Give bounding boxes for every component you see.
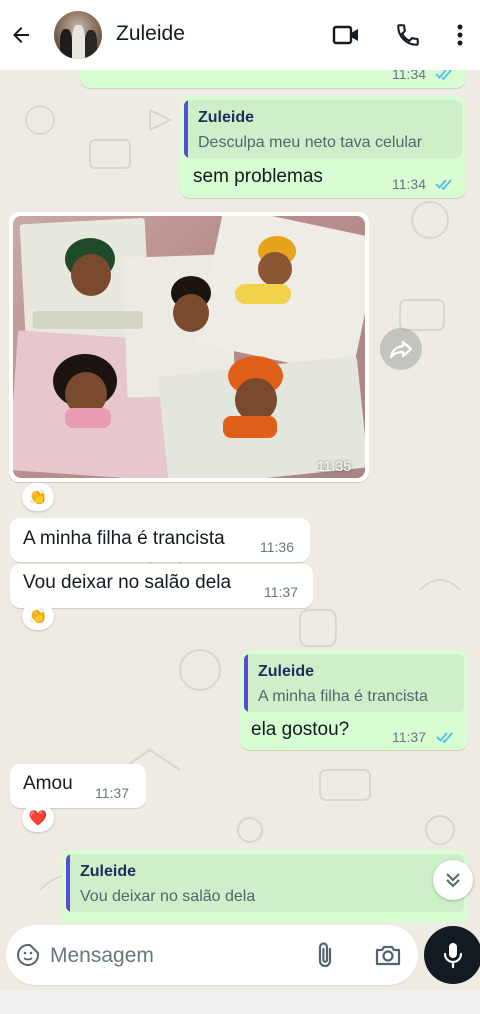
message-bubble-outgoing[interactable]: 11:34 <box>80 70 466 88</box>
reaction-badge[interactable]: 👏 <box>22 602 54 630</box>
embroidered-towels-photo[interactable]: 11:35 <box>13 216 365 478</box>
chat-area[interactable]: 11:34 Zuleide Desculpa meu neto tava cel… <box>0 70 480 922</box>
message-time: 11:37 <box>264 584 298 600</box>
message-bubble-outgoing[interactable]: Zuleide Vou deixar no salão dela <box>62 850 468 922</box>
quote-author: Zuleide <box>258 663 315 680</box>
message-composer[interactable]: Mensagem <box>6 925 418 985</box>
message-text: ela gostou? <box>251 719 350 740</box>
message-bubble-incoming[interactable]: A minha filha é trancista 11:36 <box>10 518 310 562</box>
video-call-icon <box>332 25 358 45</box>
mic-icon <box>443 943 463 969</box>
read-ticks-icon <box>435 179 452 190</box>
read-ticks-icon <box>435 70 452 80</box>
more-vert-icon <box>457 24 463 46</box>
message-text: A minha filha é trancista <box>23 528 225 549</box>
reaction-badge[interactable]: 👏 <box>22 483 54 511</box>
quote-text: Vou deixar no salão dela <box>80 888 256 905</box>
phone-icon <box>397 24 419 46</box>
avatar[interactable] <box>54 11 102 59</box>
message-time: 11:37 <box>392 729 426 745</box>
message-time: 11:34 <box>392 70 426 82</box>
message-time: 11:34 <box>392 176 426 192</box>
quoted-message[interactable]: Zuleide A minha filha é trancista <box>244 654 464 712</box>
chat-header: Zuleide <box>0 0 480 70</box>
more-options-button[interactable] <box>450 19 470 51</box>
quoted-message[interactable]: Zuleide Vou deixar no salão dela <box>66 854 464 912</box>
quoted-message[interactable]: Zuleide Desculpa meu neto tava celular <box>184 100 462 158</box>
back-arrow-icon <box>13 27 29 43</box>
message-bubble-outgoing[interactable]: Zuleide A minha filha é trancista ela go… <box>240 650 468 750</box>
contact-name[interactable]: Zuleide <box>116 22 185 46</box>
voice-message-button[interactable] <box>424 926 480 984</box>
message-time: 11:36 <box>260 539 294 555</box>
attach-icon[interactable] <box>314 941 336 969</box>
video-call-button[interactable] <box>330 19 362 51</box>
message-bubble-incoming[interactable]: Amou 11:37 <box>10 764 146 808</box>
read-ticks-icon <box>436 732 453 743</box>
message-text: Amou <box>23 773 73 794</box>
quote-author: Zuleide <box>198 109 255 126</box>
forward-icon <box>389 340 413 358</box>
forward-button[interactable] <box>380 328 422 370</box>
quote-text: Desculpa meu neto tava celular <box>198 134 423 151</box>
message-input[interactable]: Mensagem <box>50 944 154 968</box>
chevron-double-down-icon <box>446 873 460 888</box>
message-bubble-incoming[interactable]: Vou deixar no salão dela 11:37 <box>10 564 313 608</box>
message-text: Vou deixar no salão dela <box>23 572 232 593</box>
camera-icon[interactable] <box>374 943 402 967</box>
back-button[interactable] <box>6 19 36 51</box>
sticker-icon[interactable] <box>16 943 40 967</box>
quote-text: A minha filha é trancista <box>258 688 428 705</box>
quote-author: Zuleide <box>80 863 137 880</box>
voice-call-button[interactable] <box>392 19 424 51</box>
message-time: 11:35 <box>317 458 351 474</box>
message-text: sem problemas <box>193 166 323 187</box>
reaction-badge[interactable]: ❤️ <box>22 804 54 832</box>
message-time: 11:37 <box>95 785 129 801</box>
system-nav-bar <box>0 990 480 1014</box>
message-bubble-outgoing[interactable]: Zuleide Desculpa meu neto tava celular s… <box>180 96 466 198</box>
scroll-to-bottom-button[interactable] <box>433 860 473 900</box>
